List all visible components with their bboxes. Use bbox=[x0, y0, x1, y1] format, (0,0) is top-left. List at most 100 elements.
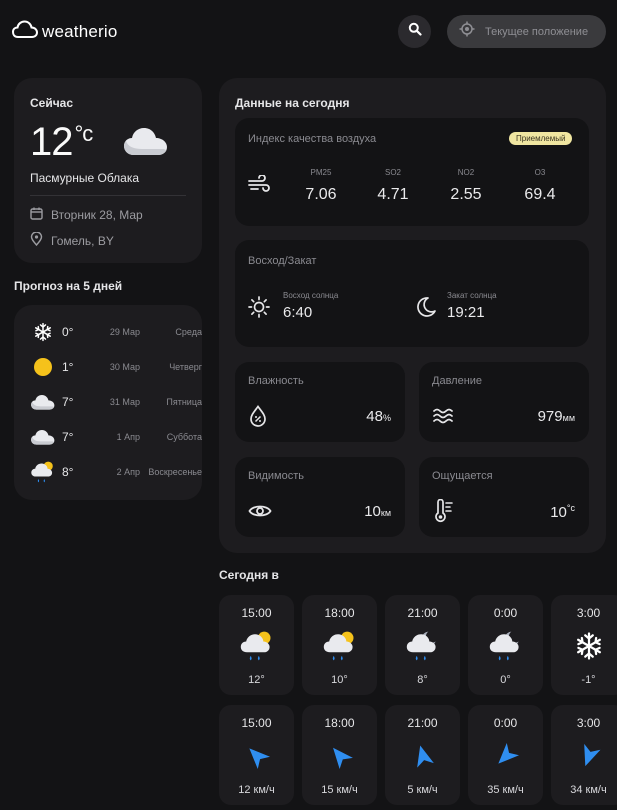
visibility-value-row: 10км bbox=[364, 503, 391, 520]
wind-speed: 15 км/ч bbox=[321, 784, 358, 796]
moon-icon bbox=[415, 296, 437, 323]
forecast-temp: 7° bbox=[62, 395, 74, 409]
sunrise-block: Восход солнца 6:40 bbox=[283, 291, 338, 321]
aq-value: 7.06 bbox=[305, 186, 337, 203]
forecast-date: 30 Мар bbox=[109, 362, 140, 372]
aq-item: NO2 2.55 bbox=[436, 168, 496, 204]
aq-item: SO2 4.71 bbox=[363, 168, 423, 204]
sun-icon bbox=[248, 296, 270, 323]
forecast-temp: 7° bbox=[62, 430, 74, 444]
visibility-label: Видимость bbox=[248, 470, 304, 482]
forecast-temp: 1° bbox=[62, 360, 74, 374]
hour-temp: -1° bbox=[581, 674, 596, 686]
feels-like-unit: °c bbox=[566, 503, 575, 513]
current-location-row: Гомель, BY bbox=[30, 231, 114, 249]
current-temperature: 12°c bbox=[30, 120, 94, 165]
forecast-row: 0° 29 Мар Среда bbox=[30, 318, 202, 346]
feels-like-value-row: 10°c bbox=[550, 503, 575, 521]
forecast-date: 2 Апр bbox=[116, 467, 140, 477]
hour-time: 0:00 bbox=[493, 606, 518, 620]
sun-icon bbox=[30, 357, 56, 377]
sunrise-sunset-panel: Восход/Закат Восход солнца 6:40 Закат со… bbox=[235, 240, 589, 347]
hourly-temp-card: 3:00 -1° bbox=[551, 595, 617, 695]
feels-like-label: Ощущается bbox=[432, 470, 493, 482]
humidity-value-row: 48% bbox=[366, 408, 391, 425]
forecast-row: 8° 2 Апр Воскресенье bbox=[30, 458, 202, 486]
hour-time: 3:00 bbox=[576, 606, 601, 620]
cloud-icon bbox=[30, 428, 56, 446]
forecast-row: 7° 31 Мар Пятница bbox=[30, 388, 202, 416]
aq-value: 69.4 bbox=[524, 186, 556, 203]
hourly-temp-card: 0:00 0° bbox=[468, 595, 543, 695]
wind-direction-icon bbox=[487, 738, 524, 775]
snowflake-icon bbox=[551, 626, 617, 666]
forecast-day: Суббота bbox=[166, 432, 202, 442]
forecast-temp: 8° bbox=[62, 465, 74, 479]
humidity-panel: Влажность 48% bbox=[235, 362, 405, 442]
pressure-label: Давление bbox=[432, 375, 483, 387]
eye-icon bbox=[248, 503, 272, 524]
hour-temp: 12° bbox=[248, 674, 265, 686]
forecast-date: 1 Апр bbox=[116, 432, 140, 442]
aq-item: PM25 7.06 bbox=[291, 168, 351, 204]
air-quality-label: Индекс качества воздуха bbox=[248, 133, 377, 145]
pressure-value: 979 bbox=[537, 408, 563, 425]
current-location-button[interactable]: Текущее положение bbox=[447, 15, 606, 48]
search-button[interactable] bbox=[398, 15, 431, 48]
wind-speed: 5 км/ч bbox=[407, 784, 438, 796]
app-logo[interactable]: weatherio bbox=[11, 20, 118, 43]
current-date-row: Вторник 28, Мар bbox=[30, 207, 143, 223]
hourly-temp-card: 18:00 10° bbox=[302, 595, 377, 695]
search-icon bbox=[408, 22, 422, 41]
forecast-row: 1° 30 Мар Четверг bbox=[30, 353, 202, 381]
pressure-unit: мм bbox=[562, 413, 575, 423]
forecast-temp: 0° bbox=[62, 325, 74, 339]
hour-time: 15:00 bbox=[241, 716, 272, 730]
forecast-day: Четверг bbox=[169, 362, 202, 372]
current-weather-card: Сейчас 12°c Пасмурные Облака Вторник 28,… bbox=[14, 78, 202, 263]
air-quality-badge: Приемлемый bbox=[509, 132, 573, 145]
visibility-unit: км bbox=[380, 508, 391, 518]
pressure-value-row: 979мм bbox=[538, 408, 575, 425]
hourly-wind-card: 3:00 34 км/ч bbox=[551, 705, 617, 805]
humidity-icon bbox=[248, 405, 268, 432]
app-name: weatherio bbox=[42, 21, 118, 41]
current-location: Гомель, BY bbox=[51, 233, 114, 248]
visibility-value: 10 bbox=[364, 503, 381, 520]
hour-time: 0:00 bbox=[493, 716, 518, 730]
gps-icon bbox=[459, 21, 475, 42]
snowflake-icon bbox=[30, 322, 56, 342]
temperature-value: 12 bbox=[30, 120, 73, 164]
hourly-wind-row: 15:00 12 км/ч 18:00 15 км/ч 21:00 5 км/ч… bbox=[219, 705, 617, 805]
hourly-wind-card: 0:00 35 км/ч bbox=[468, 705, 543, 805]
moon-rain-cloud-icon bbox=[468, 626, 543, 666]
moon-rain-cloud-icon bbox=[385, 626, 460, 666]
aq-key: SO2 bbox=[384, 168, 401, 177]
sunrise-sunset-label: Восход/Закат bbox=[248, 255, 317, 267]
sun-rain-cloud-icon bbox=[302, 626, 377, 666]
forecast-date: 29 Мар bbox=[109, 327, 140, 337]
aq-key: O3 bbox=[534, 168, 546, 177]
pressure-panel: Давление 979мм bbox=[419, 362, 589, 442]
waves-icon bbox=[432, 407, 454, 430]
temperature-unit: °c bbox=[74, 121, 94, 146]
humidity-value: 48 bbox=[366, 408, 383, 425]
hourly-temp-card: 21:00 8° bbox=[385, 595, 460, 695]
hour-time: 21:00 bbox=[407, 716, 438, 730]
sun-rain-cloud-icon bbox=[30, 459, 56, 485]
feels-like-value: 10 bbox=[550, 504, 567, 521]
today-highlights-card: Данные на сегодня Индекс качества воздух… bbox=[219, 78, 606, 553]
current-date: Вторник 28, Мар bbox=[51, 208, 143, 222]
thermometer-icon bbox=[432, 498, 454, 528]
hour-time: 15:00 bbox=[241, 606, 272, 620]
sunrise-time: 6:40 bbox=[283, 304, 313, 321]
forecast-card: 0° 29 Мар Среда 1° 30 Мар Четверг 7° 31 … bbox=[14, 305, 202, 500]
wind-direction-icon bbox=[572, 739, 605, 772]
forecast-date: 31 Мар bbox=[109, 397, 140, 407]
aq-key: PM25 bbox=[310, 168, 332, 177]
humidity-label: Влажность bbox=[248, 375, 304, 387]
current-condition: Пасмурные Облака bbox=[30, 171, 140, 185]
sunset-label: Закат солнца bbox=[447, 291, 497, 300]
hourly-temp-card: 15:00 12° bbox=[219, 595, 294, 695]
humidity-unit: % bbox=[382, 413, 391, 423]
